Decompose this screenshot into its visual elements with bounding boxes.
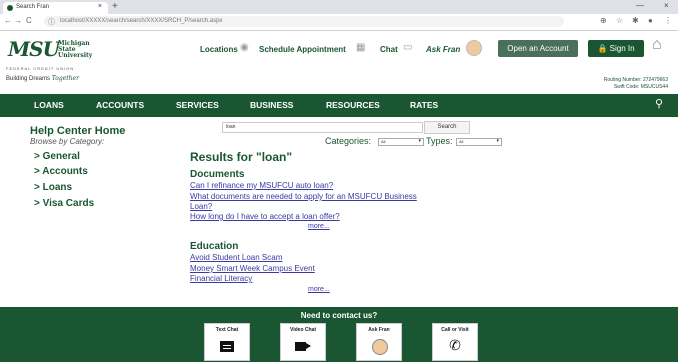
categories-select[interactable]: All ▾ bbox=[378, 138, 424, 146]
browser-tab-title: Search Fran bbox=[16, 4, 50, 10]
category-loans[interactable]: > Loans bbox=[34, 182, 72, 193]
categories-label: Categories: bbox=[325, 136, 372, 146]
reload-button[interactable]: C bbox=[26, 16, 32, 25]
nav-loans[interactable]: LOANS bbox=[34, 100, 64, 110]
types-label: Types: bbox=[426, 136, 453, 146]
text-chat-label: Text Chat bbox=[215, 327, 239, 333]
result-link-cont[interactable]: Loan? bbox=[190, 202, 212, 211]
extensions-icon[interactable]: ✱ bbox=[632, 16, 639, 25]
video-chat-card[interactable]: Video Chat bbox=[280, 323, 326, 361]
swift-code: Swift Code: MSUCUS44 bbox=[613, 84, 668, 90]
education-more-link[interactable]: more... bbox=[308, 286, 330, 293]
result-link[interactable]: Avoid Student Loan Scam bbox=[190, 253, 282, 262]
chat-bubble-icon bbox=[220, 341, 234, 352]
types-selected: All bbox=[459, 139, 464, 144]
documents-heading: Documents bbox=[190, 169, 245, 180]
video-camera-icon bbox=[295, 342, 306, 351]
fran-avatar-icon[interactable] bbox=[466, 40, 482, 56]
categories-selected: All bbox=[381, 139, 386, 144]
ask-fran-card-label: Ask Fran bbox=[368, 327, 390, 333]
search-input[interactable]: loan bbox=[222, 122, 423, 133]
nav-resources[interactable]: RESOURCES bbox=[326, 100, 380, 110]
nav-services[interactable]: SERVICES bbox=[176, 100, 219, 110]
result-link[interactable]: Money Smart Week Campus Event bbox=[190, 264, 315, 273]
tab-close-icon[interactable]: × bbox=[98, 3, 102, 10]
fran-avatar-icon bbox=[372, 339, 388, 355]
minimize-button[interactable]: — bbox=[636, 1, 644, 10]
locations-link[interactable]: Locations bbox=[200, 45, 238, 54]
nav-accounts[interactable]: ACCOUNTS bbox=[96, 100, 144, 110]
chat-link[interactable]: Chat bbox=[380, 45, 398, 54]
back-button[interactable]: ← bbox=[4, 16, 12, 25]
nav-search-icon[interactable]: ⚲ bbox=[655, 97, 663, 110]
routing-number: Routing Number: 272479663 bbox=[603, 77, 668, 83]
nav-rates[interactable]: RATES bbox=[410, 100, 438, 110]
locations-label: Locations bbox=[200, 45, 238, 54]
routing-info: Routing Number: 272479663 Swift Code: MS… bbox=[560, 77, 668, 91]
phone-icon: ✆ bbox=[449, 337, 461, 353]
category-general[interactable]: > General bbox=[34, 151, 80, 162]
logo-wordmark: Michigan State University bbox=[58, 41, 92, 59]
documents-more-link[interactable]: more... bbox=[308, 223, 330, 230]
window-close-button[interactable]: × bbox=[664, 1, 669, 10]
result-link[interactable]: Financial Literacy bbox=[190, 274, 252, 283]
bookmark-star-icon[interactable]: ☆ bbox=[616, 16, 623, 25]
location-pin-icon[interactable]: ◉ bbox=[240, 42, 249, 53]
category-accounts[interactable]: > Accounts bbox=[34, 166, 88, 177]
category-visa-cards[interactable]: > Visa Cards bbox=[34, 198, 94, 209]
open-account-button[interactable]: Open an Account bbox=[498, 40, 578, 57]
home-icon[interactable]: ⌂ bbox=[652, 36, 662, 54]
result-link[interactable]: How long do I have to accept a loan offe… bbox=[190, 212, 340, 221]
sign-in-button[interactable]: 🔒 Sign In bbox=[588, 40, 644, 57]
tagline-prefix: Building Dreams bbox=[6, 76, 51, 82]
logo-word-university: University bbox=[58, 52, 93, 59]
msu-logo[interactable]: MSU bbox=[8, 37, 60, 61]
new-tab-button[interactable]: + bbox=[112, 1, 118, 12]
calendar-icon[interactable]: ▦ bbox=[356, 42, 365, 53]
chat-label: Chat bbox=[380, 45, 398, 54]
chevron-down-icon: ▾ bbox=[496, 138, 499, 144]
result-link[interactable]: What documents are needed to apply for a… bbox=[190, 192, 417, 201]
education-heading: Education bbox=[190, 241, 239, 252]
menu-icon[interactable]: ⋮ bbox=[664, 16, 672, 25]
favicon-icon bbox=[7, 5, 13, 11]
sign-in-label: Sign In bbox=[609, 44, 635, 53]
video-chat-label: Video Chat bbox=[289, 327, 317, 333]
text-chat-card[interactable]: Text Chat bbox=[204, 323, 250, 361]
browser-tab[interactable]: Search Fran × bbox=[3, 2, 108, 14]
logo-fcu-text: FEDERAL CREDIT UNION bbox=[6, 66, 75, 71]
ask-fran-card[interactable]: Ask Fran bbox=[356, 323, 402, 361]
browse-by-category-label: Browse by Category: bbox=[30, 137, 105, 146]
help-center-home-link[interactable]: Help Center Home bbox=[30, 125, 125, 137]
contact-heading: Need to contact us? bbox=[300, 311, 378, 320]
chevron-down-icon: ▾ bbox=[418, 138, 421, 144]
search-button[interactable]: Search bbox=[424, 121, 470, 134]
types-select[interactable]: All ▾ bbox=[456, 138, 502, 146]
ask-fran-link[interactable]: Ask Fran bbox=[426, 45, 460, 54]
schedule-label: Schedule Appointment bbox=[259, 45, 346, 54]
url-text: localhost/XXXXX/search/search/XXXX/SRCH_… bbox=[60, 18, 223, 24]
schedule-appointment-link[interactable]: Schedule Appointment bbox=[259, 45, 346, 54]
zoom-icon[interactable]: ⊕ bbox=[600, 16, 607, 25]
results-heading: Results for "loan" bbox=[190, 150, 293, 164]
result-link[interactable]: Can I refinance my MSUFCU auto loan? bbox=[190, 181, 333, 190]
tagline-script: Together bbox=[51, 75, 79, 82]
url-field[interactable]: ⓘ localhost/XXXXX/search/search/XXXX/SRC… bbox=[44, 16, 564, 27]
nav-business[interactable]: BUSINESS bbox=[250, 100, 293, 110]
tagline: Building Dreams Together bbox=[6, 75, 79, 82]
call-or-visit-label: Call or Visit bbox=[441, 327, 469, 333]
profile-icon[interactable]: ● bbox=[648, 16, 653, 25]
call-or-visit-card[interactable]: Call or Visit ✆ bbox=[432, 323, 478, 361]
forward-button[interactable]: → bbox=[14, 16, 22, 25]
chat-bubble-icon[interactable]: ▭ bbox=[403, 42, 412, 53]
site-info-icon[interactable]: ⓘ bbox=[48, 17, 55, 27]
ask-fran-label: Ask Fran bbox=[426, 45, 461, 54]
